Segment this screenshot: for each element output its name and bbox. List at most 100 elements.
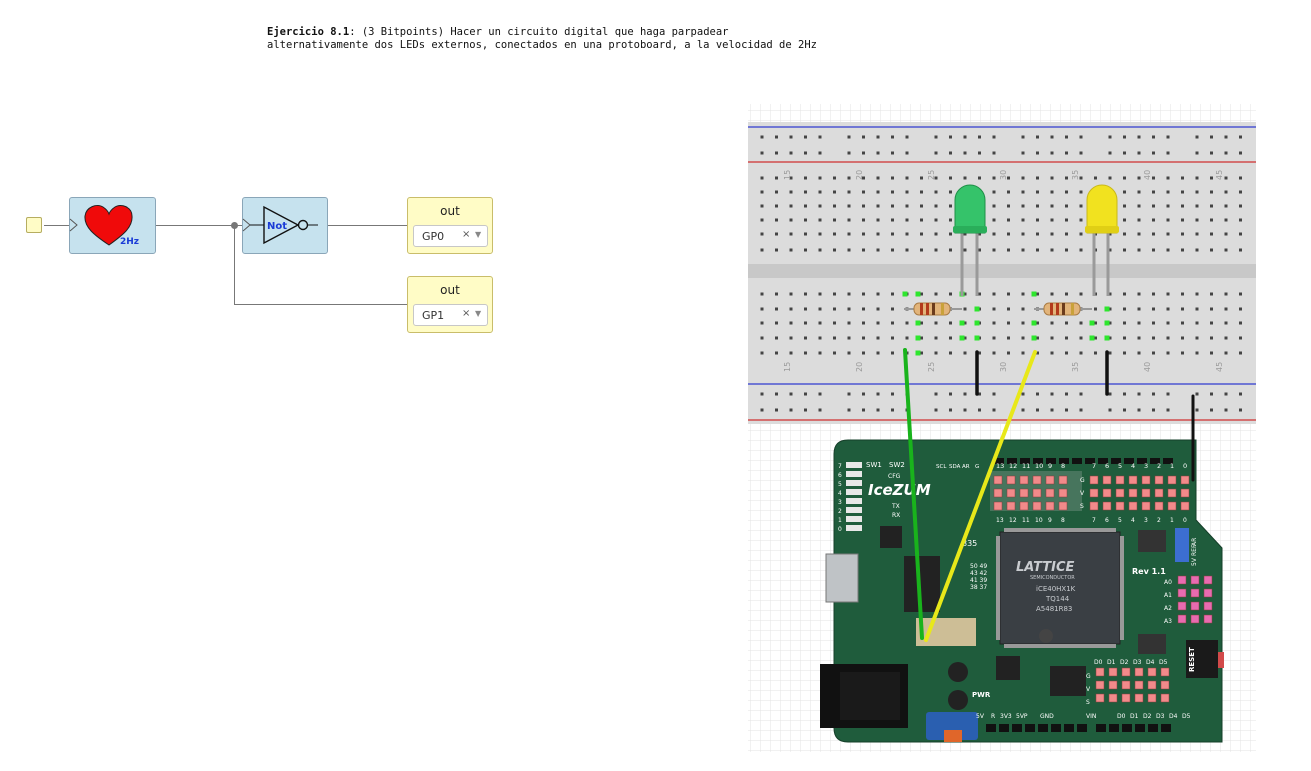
socket	[1012, 724, 1022, 732]
header-pin	[1203, 601, 1213, 611]
exercise-title-line2: alternativamente dos LEDs externos, cone…	[267, 39, 817, 51]
hole	[1007, 351, 1010, 355]
hole	[1021, 218, 1025, 222]
hole	[1137, 336, 1141, 340]
output-block-gp0[interactable]: out GP0 × ▼	[407, 197, 493, 254]
chip-model: iCE40HX1K	[1036, 585, 1076, 593]
hole	[789, 135, 793, 139]
column-number: 25	[927, 170, 936, 180]
clear-icon[interactable]: ×	[462, 229, 470, 240]
hole	[1152, 336, 1155, 340]
header-pin	[1154, 488, 1164, 498]
hole	[1137, 321, 1141, 325]
heart-block[interactable]: 2Hz	[69, 197, 156, 254]
hole	[847, 232, 851, 236]
hole	[775, 204, 778, 208]
board-led-number: 7	[838, 463, 842, 470]
socket	[986, 724, 996, 732]
header-pin	[1006, 488, 1016, 498]
hole	[905, 232, 909, 236]
hole	[891, 292, 894, 296]
hole	[1152, 248, 1155, 252]
power-label: 3V3	[1000, 713, 1012, 720]
sw1-label: SW1	[866, 461, 882, 469]
hole	[1195, 151, 1199, 155]
hole	[905, 248, 909, 252]
hole	[1137, 190, 1141, 194]
top-header-number: 10	[1035, 462, 1043, 470]
hole	[1166, 248, 1170, 252]
hole	[1079, 408, 1083, 412]
hole	[760, 292, 764, 296]
hole	[905, 135, 909, 139]
hole	[1094, 176, 1097, 180]
hole	[789, 336, 793, 340]
socket	[1020, 458, 1030, 464]
hole	[1065, 218, 1068, 222]
reset-label: RESET	[1188, 647, 1196, 672]
input-pin[interactable]	[26, 217, 42, 233]
socket	[1111, 458, 1121, 464]
not-gate-block[interactable]: Not	[242, 197, 328, 254]
hole-active	[902, 291, 908, 297]
hole	[963, 307, 967, 311]
hole	[760, 232, 764, 236]
hole	[891, 321, 894, 325]
hole	[775, 336, 778, 340]
hole	[1108, 232, 1112, 236]
hole	[1123, 351, 1126, 355]
output-block-gp1[interactable]: out GP1 × ▼	[407, 276, 493, 333]
hole	[804, 248, 807, 252]
hole	[1036, 408, 1039, 412]
header-pin	[1167, 501, 1177, 511]
hole	[1166, 351, 1170, 355]
board-led	[846, 480, 862, 486]
hole	[789, 351, 793, 355]
d-label: D3	[1133, 659, 1142, 666]
hole	[818, 190, 822, 194]
d-label-bottom: D0	[1117, 713, 1126, 720]
hole	[1094, 321, 1097, 325]
socket	[1072, 458, 1082, 464]
hole	[1108, 392, 1112, 396]
top-header-label: G	[975, 464, 979, 470]
hole	[1152, 351, 1155, 355]
hole	[1137, 248, 1141, 252]
hole	[833, 176, 836, 180]
hole	[920, 351, 923, 355]
hole	[905, 176, 909, 180]
hole	[905, 204, 909, 208]
header-pin	[1121, 680, 1131, 690]
top-header-number: 0	[1183, 462, 1187, 470]
hole	[818, 232, 822, 236]
clear-icon[interactable]: ×	[462, 308, 470, 319]
hole	[804, 408, 807, 412]
rev-label: Rev 1.1	[1132, 567, 1166, 576]
hole	[1050, 151, 1054, 155]
hole	[1224, 248, 1228, 252]
hole	[862, 135, 865, 139]
hole	[1123, 232, 1126, 236]
hole	[978, 292, 981, 296]
hole	[949, 190, 952, 194]
header-pin	[1134, 680, 1144, 690]
pin-select-gp0[interactable]: GP0 × ▼	[413, 225, 488, 247]
hole	[847, 408, 851, 412]
hole	[804, 151, 807, 155]
hole	[847, 351, 851, 355]
pin-select-gp1[interactable]: GP1 × ▼	[413, 304, 488, 326]
hole	[1166, 151, 1170, 155]
hole	[862, 248, 865, 252]
hole	[978, 232, 981, 236]
board-led	[846, 462, 862, 468]
hole	[963, 204, 967, 208]
hole	[920, 248, 923, 252]
hole	[978, 151, 981, 155]
chevron-down-icon[interactable]: ▼	[475, 309, 481, 318]
header-pin	[1180, 501, 1190, 511]
chevron-down-icon[interactable]: ▼	[475, 230, 481, 239]
hole	[876, 232, 880, 236]
hole	[978, 135, 981, 139]
hole	[1195, 176, 1199, 180]
header-pin	[993, 488, 1003, 498]
